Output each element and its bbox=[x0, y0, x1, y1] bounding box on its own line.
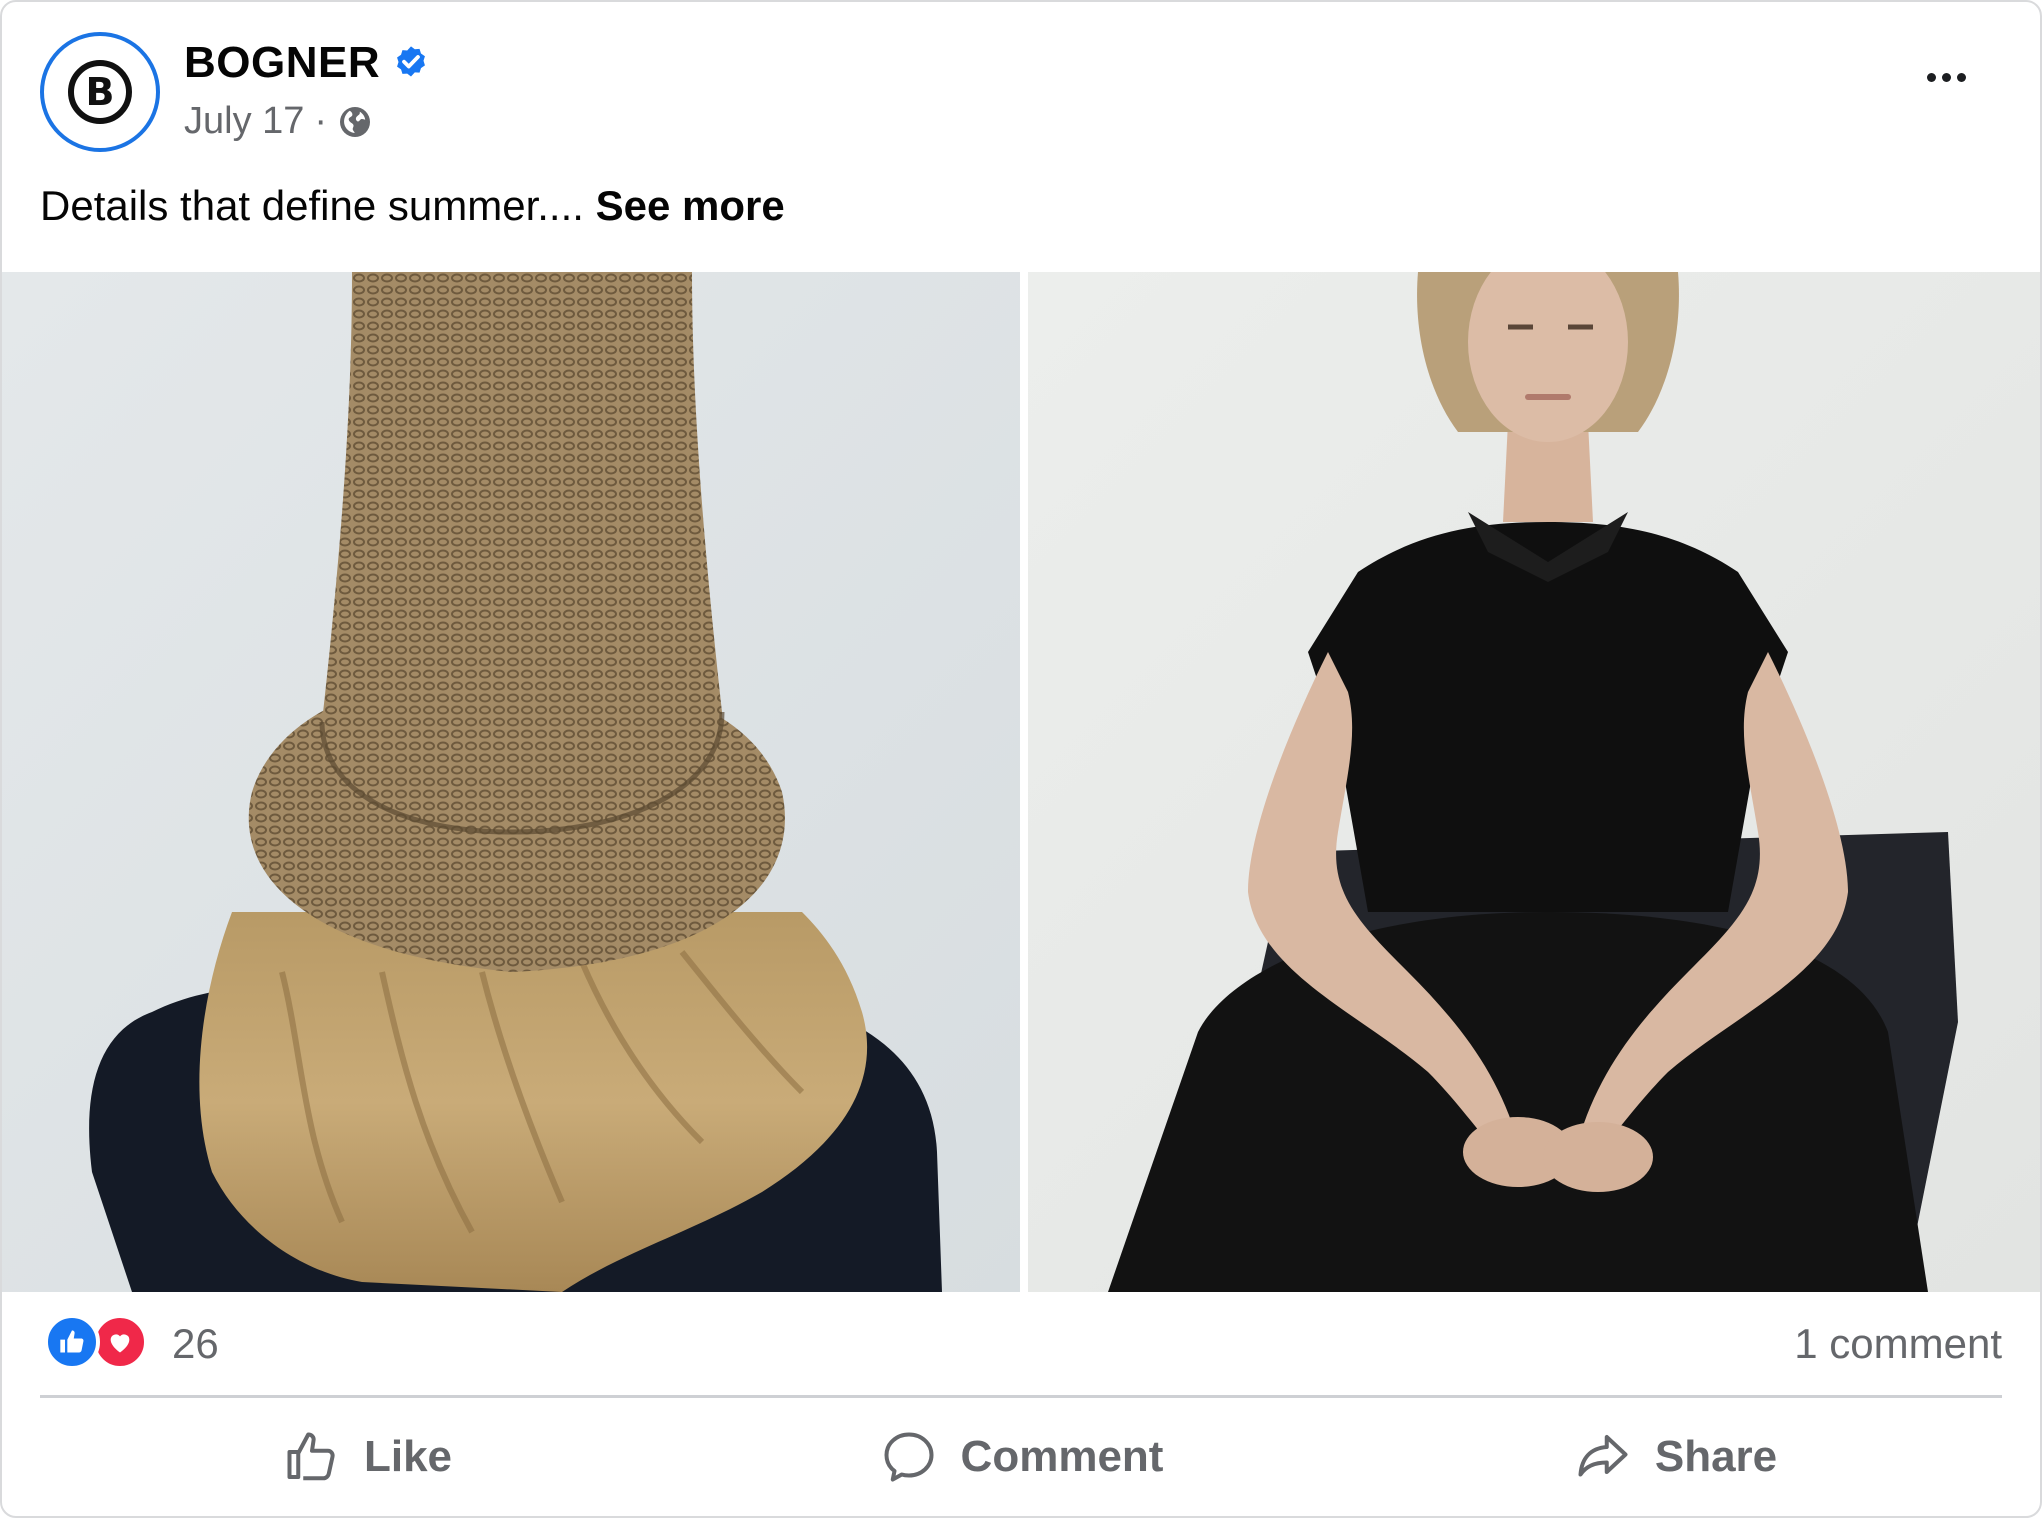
comment-label: Comment bbox=[960, 1432, 1164, 1481]
like-reaction-icon bbox=[44, 1314, 100, 1370]
page-name: BOGNER bbox=[184, 38, 381, 87]
more-dot bbox=[1956, 72, 1966, 82]
avatar-logo: B bbox=[68, 60, 132, 124]
reactions-bar: 26 1 comment bbox=[40, 1308, 2002, 1388]
hat-back-illustration bbox=[2, 272, 1020, 1292]
post-images bbox=[2, 272, 2040, 1292]
reaction-icons[interactable] bbox=[44, 1314, 156, 1370]
globe-icon[interactable] bbox=[337, 104, 373, 140]
comment-count-link[interactable]: 1 comment bbox=[1794, 1320, 2002, 1368]
comment-bubble-icon bbox=[884, 1432, 934, 1482]
photo-hat-back[interactable] bbox=[2, 272, 1020, 1292]
post-header: B BOGNER July 17 · bbox=[40, 32, 2002, 154]
actions-divider bbox=[40, 1395, 2002, 1398]
post-caption: Details that define summer.... bbox=[40, 182, 584, 229]
see-more-link[interactable]: See more bbox=[596, 182, 785, 229]
like-button[interactable]: Like bbox=[40, 1402, 694, 1512]
photo-seated-model[interactable] bbox=[1028, 272, 2040, 1292]
seated-model-illustration bbox=[1028, 272, 2040, 1292]
thumbs-up-icon bbox=[287, 1432, 335, 1481]
images-divider bbox=[1020, 272, 1028, 1292]
more-options-button[interactable] bbox=[1906, 52, 1986, 102]
post-date[interactable]: July 17 bbox=[184, 100, 304, 143]
post-text: Details that define summer.... See more bbox=[40, 182, 785, 230]
like-label: Like bbox=[363, 1432, 453, 1481]
page-avatar[interactable]: B bbox=[40, 32, 160, 152]
post-actions: Like Comment Share bbox=[40, 1402, 2002, 1512]
facebook-post-card: B BOGNER July 17 · Details that define s… bbox=[0, 0, 2042, 1518]
share-label: Share bbox=[1654, 1432, 1778, 1481]
post-meta: July 17 · bbox=[184, 100, 373, 143]
share-arrow-icon bbox=[1578, 1435, 1628, 1477]
verified-badge-icon bbox=[397, 46, 426, 77]
more-dot bbox=[1926, 72, 1936, 82]
meta-separator: · bbox=[314, 100, 328, 142]
comment-button[interactable]: Comment bbox=[694, 1402, 1348, 1512]
more-dot bbox=[1941, 72, 1951, 82]
page-name-link[interactable]: BOGNER bbox=[184, 38, 430, 88]
share-button[interactable]: Share bbox=[1348, 1402, 2002, 1512]
reaction-count[interactable]: 26 bbox=[172, 1320, 219, 1368]
love-reaction-icon bbox=[92, 1314, 148, 1370]
